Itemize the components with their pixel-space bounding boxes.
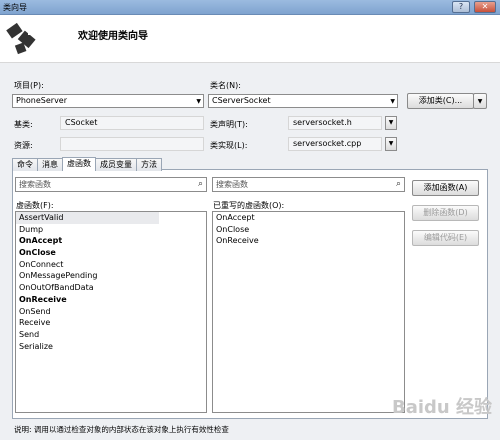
- list-item[interactable]: Send: [16, 329, 206, 341]
- list-item[interactable]: OnAccept: [213, 212, 404, 224]
- list-item[interactable]: OnOutOfBandData: [16, 282, 206, 294]
- list-item[interactable]: OnReceive: [213, 235, 404, 247]
- help-button[interactable]: ?: [452, 1, 470, 13]
- wizard-header: [0, 15, 500, 63]
- list-item[interactable]: Dump: [16, 224, 206, 236]
- search-overridden-input[interactable]: 搜索函数 ⌕: [212, 177, 405, 192]
- class-implementation-label: 类实现(L):: [210, 141, 248, 150]
- header-title: 欢迎使用类向导: [78, 31, 148, 42]
- class-declaration-dropdown[interactable]: ▼: [385, 116, 397, 130]
- search-icon[interactable]: ⌕: [198, 179, 203, 190]
- list-item[interactable]: AssertValid: [16, 212, 159, 224]
- list-item[interactable]: OnSend: [16, 306, 206, 318]
- chevron-down-icon: ▼: [388, 119, 394, 126]
- delete-function-button[interactable]: 删除函数(D): [412, 205, 479, 221]
- search-functions-input[interactable]: 搜索函数 ⌕: [15, 177, 207, 192]
- overridden-functions-label: 已重写的虚函数(O):: [213, 201, 285, 210]
- search-placeholder: 搜索函数: [216, 180, 248, 189]
- class-declaration-label: 类声明(T):: [210, 120, 248, 129]
- window-title: 类向导: [3, 3, 27, 12]
- list-item[interactable]: OnAccept: [16, 235, 206, 247]
- list-item[interactable]: OnClose: [16, 247, 206, 259]
- tab-member-variables[interactable]: 成员变量: [95, 158, 137, 171]
- list-item[interactable]: OnConnect: [16, 259, 206, 271]
- search-icon[interactable]: ⌕: [396, 179, 401, 190]
- resource-field: [60, 137, 204, 151]
- virtual-functions-list[interactable]: AssertValid Dump OnAccept OnClose OnConn…: [15, 211, 207, 413]
- class-name-label: 类名(N):: [210, 81, 241, 90]
- chevron-down-icon: ▼: [477, 98, 483, 105]
- class-name-value: CServerSocket: [212, 96, 271, 105]
- title-bar: [0, 0, 500, 15]
- edit-code-button[interactable]: 编辑代码(E): [412, 230, 479, 246]
- search-placeholder: 搜索函数: [19, 180, 51, 189]
- add-class-dropdown-button[interactable]: ▼: [473, 93, 487, 109]
- list-item[interactable]: Receive: [16, 317, 206, 329]
- chevron-down-icon: ▼: [388, 140, 394, 147]
- resource-label: 资源:: [14, 141, 33, 150]
- list-item[interactable]: OnClose: [213, 224, 404, 236]
- project-value: PhoneServer: [16, 96, 68, 105]
- virtual-functions-label: 虚函数(F):: [16, 201, 54, 210]
- overridden-functions-list[interactable]: OnAccept OnClose OnReceive: [212, 211, 405, 413]
- list-item[interactable]: Serialize: [16, 341, 206, 353]
- tab-virtual-functions[interactable]: 虚函数: [62, 157, 96, 171]
- class-implementation-field: serversocket.cpp: [288, 137, 382, 151]
- base-class-field: CSocket: [60, 116, 204, 130]
- class-implementation-dropdown[interactable]: ▼: [385, 137, 397, 151]
- chevron-down-icon: ▼: [196, 98, 201, 105]
- project-label: 项目(P):: [14, 81, 44, 90]
- close-button[interactable]: ✕: [474, 1, 496, 13]
- project-combobox[interactable]: PhoneServer ▼: [12, 94, 204, 108]
- chevron-down-icon: ▼: [390, 98, 395, 105]
- description-text: 说明: 调用以通过检查对象的内部状态在该对象上执行有效性检查: [14, 425, 229, 434]
- tab-strip: 命令 消息 虚函数 成员变量 方法: [12, 157, 162, 171]
- base-class-label: 基类:: [14, 120, 33, 129]
- list-item[interactable]: OnReceive: [16, 294, 206, 306]
- tab-messages[interactable]: 消息: [37, 158, 63, 171]
- tab-commands[interactable]: 命令: [12, 158, 38, 171]
- add-class-button[interactable]: 添加类(C)...: [407, 93, 474, 109]
- class-declaration-field: serversocket.h: [288, 116, 382, 130]
- add-function-button[interactable]: 添加函数(A): [412, 180, 479, 196]
- list-item[interactable]: OnMessagePending: [16, 270, 206, 282]
- class-name-combobox[interactable]: CServerSocket ▼: [208, 94, 398, 108]
- baidu-watermark: Baidu 经验: [392, 397, 493, 418]
- tab-methods[interactable]: 方法: [136, 158, 162, 171]
- class-wizard-logo-icon: [6, 22, 36, 55]
